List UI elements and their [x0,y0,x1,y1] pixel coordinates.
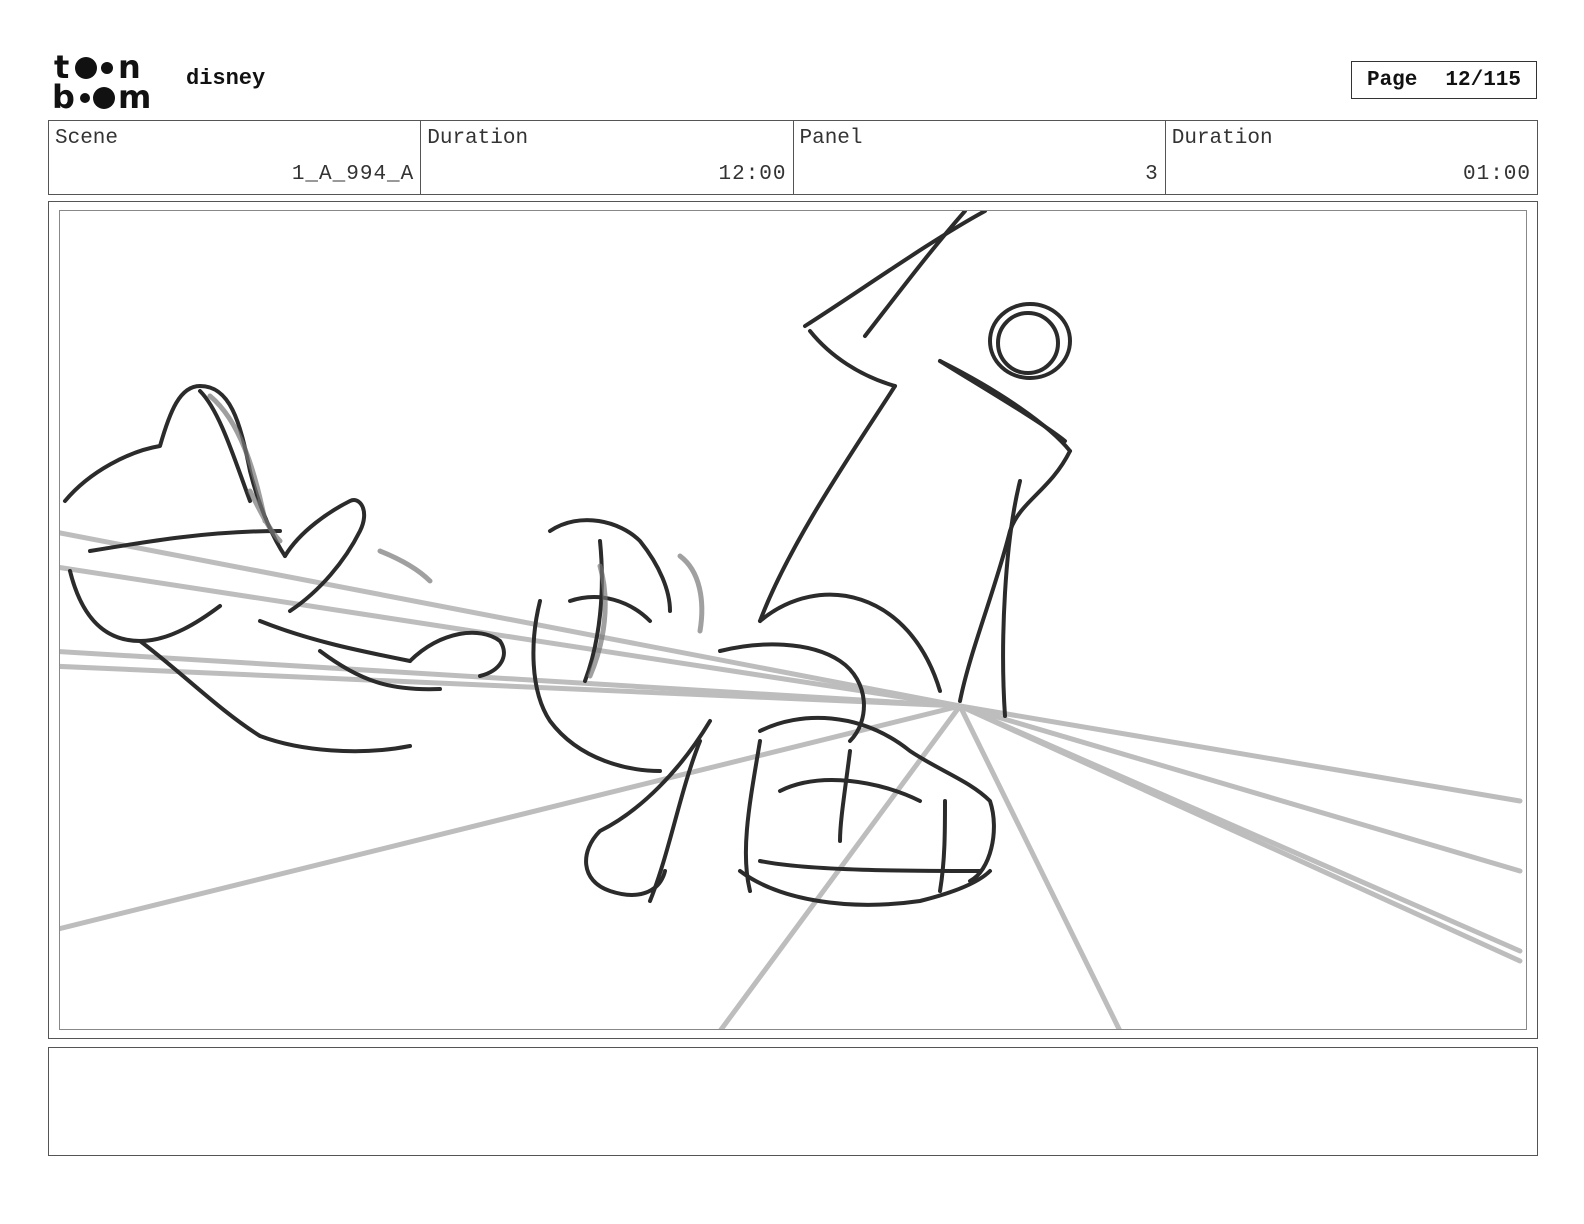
scene-label: Scene [55,127,119,150]
storyboard-panel [48,201,1538,1039]
panel-drawing-area [59,210,1527,1030]
panel-duration-label: Duration [1171,127,1273,150]
panel-cell: Panel 3 [794,121,1166,194]
panel-duration-cell: Duration 01:00 [1166,121,1537,194]
scene-duration-cell: Duration 12:00 [421,121,794,194]
scene-duration-label: Duration [427,127,529,150]
panel-label: Panel [799,127,863,150]
scene-cell: Scene 1_A_994_A [49,121,422,194]
project-name: disney [186,66,266,91]
toon-boom-logo: t n b m [52,50,151,112]
svg-text:b: b [52,78,75,112]
panel-info-row: Scene 1_A_994_A Duration 12:00 Panel 3 D… [48,120,1538,195]
panel-duration-value: 01:00 [1462,163,1531,186]
page-number: 12/115 [1445,68,1522,92]
scene-value: 1_A_994_A [291,163,415,186]
svg-text:m: m [118,78,151,112]
caption-box [48,1047,1538,1156]
scene-duration-value: 12:00 [718,163,787,186]
panel-value: 3 [1145,163,1159,186]
page-indicator: Page 12/115 [1351,61,1537,99]
sketch-drawing [60,211,1523,1029]
page-label: Page [1366,68,1418,92]
perspective-lines [60,530,1523,1029]
